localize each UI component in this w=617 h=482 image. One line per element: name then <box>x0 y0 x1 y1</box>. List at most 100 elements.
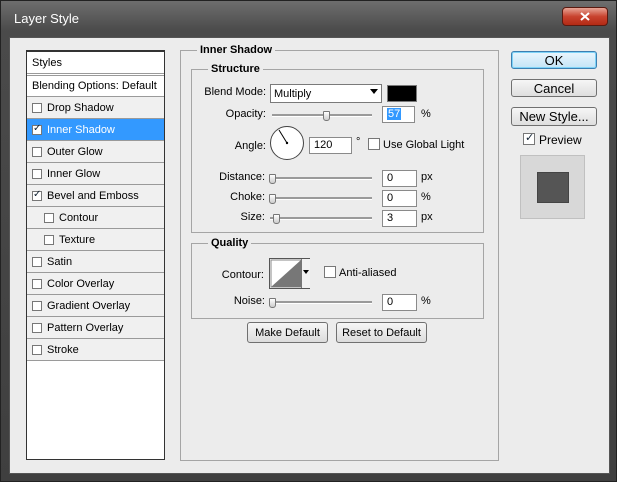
use-global-light-checkbox[interactable] <box>368 138 380 150</box>
preview-thumbnail <box>520 155 585 219</box>
style-item-drop-shadow[interactable]: Drop Shadow <box>27 97 164 119</box>
style-checkbox[interactable] <box>44 212 54 223</box>
noise-slider[interactable] <box>270 301 372 304</box>
window-title: Layer Style <box>14 11 80 26</box>
preview-label: Preview <box>539 133 582 147</box>
distance-unit: px <box>421 171 433 183</box>
noise-label: Noise: <box>233 295 265 307</box>
title-bar[interactable]: Layer Style <box>1 1 617 37</box>
style-item-label: Satin <box>47 255 73 268</box>
choke-input[interactable]: 0 <box>382 190 417 207</box>
style-checkbox[interactable] <box>44 234 54 245</box>
styles-header[interactable]: Styles <box>27 52 164 74</box>
new-style-button[interactable]: New Style... <box>511 107 597 126</box>
blend-mode-value: Multiply <box>274 87 312 100</box>
reset-to-default-button[interactable]: Reset to Default <box>336 322 427 343</box>
contour-curve-icon <box>270 259 302 288</box>
style-checkbox[interactable] <box>32 102 42 113</box>
shadow-color-swatch[interactable] <box>387 85 417 102</box>
choke-unit: % <box>421 191 431 203</box>
choke-slider[interactable] <box>270 197 372 200</box>
size-unit: px <box>421 211 433 223</box>
close-icon <box>580 12 590 21</box>
distance-slider[interactable] <box>270 177 372 180</box>
style-item-label: Stroke <box>47 343 79 356</box>
blending-options-item[interactable]: Blending Options: Default <box>27 75 164 97</box>
inner-shadow-panel: Inner Shadow Structure Blend Mode: Multi… <box>180 44 499 461</box>
style-item-label: Texture <box>59 233 96 246</box>
angle-dial-icon <box>270 126 304 160</box>
style-item-bevel-and-emboss[interactable]: Bevel and Emboss <box>27 185 164 207</box>
style-item-pattern-overlay[interactable]: Pattern Overlay <box>27 317 164 339</box>
angle-unit: ° <box>356 136 361 148</box>
style-item-inner-shadow[interactable]: Inner Shadow <box>27 119 164 141</box>
distance-label: Distance: <box>219 171 265 183</box>
contour-picker[interactable] <box>269 258 310 289</box>
style-item-label: Inner Shadow <box>47 123 115 136</box>
style-checkbox[interactable] <box>32 278 42 289</box>
noise-slider-thumb[interactable] <box>269 298 276 308</box>
style-checkbox[interactable] <box>32 344 42 355</box>
style-item-label: Bevel and Emboss <box>47 189 139 202</box>
style-checkbox[interactable] <box>32 189 42 201</box>
structure-group: Structure Blend Mode: Multiply Opacity: … <box>191 63 484 233</box>
style-checkbox[interactable] <box>32 146 42 157</box>
blend-mode-label: Blend Mode: <box>204 86 266 98</box>
angle-dial[interactable] <box>269 125 305 161</box>
style-item-label: Gradient Overlay <box>47 299 131 312</box>
opacity-slider-thumb[interactable] <box>323 111 330 121</box>
chevron-down-icon <box>370 89 378 94</box>
size-slider-thumb[interactable] <box>273 214 280 224</box>
size-label: Size: <box>240 211 265 223</box>
style-item-label: Outer Glow <box>47 145 103 158</box>
style-item-stroke[interactable]: Stroke <box>27 339 164 361</box>
preview-swatch <box>537 172 569 203</box>
opacity-input[interactable]: 57 <box>382 106 415 123</box>
chevron-down-icon <box>303 270 309 274</box>
style-checkbox[interactable] <box>32 322 42 333</box>
style-item-label: Inner Glow <box>47 167 101 180</box>
structure-title: Structure <box>208 63 263 75</box>
preview-checkbox[interactable]: ✓ <box>523 131 535 145</box>
style-checkbox[interactable] <box>32 256 42 267</box>
contour-dropdown-button[interactable] <box>301 259 310 288</box>
style-item-gradient-overlay[interactable]: Gradient Overlay <box>27 295 164 317</box>
close-button[interactable] <box>562 7 608 26</box>
quality-title: Quality <box>208 237 252 249</box>
dialog-body: Styles Blending Options: Default Drop Sh… <box>9 37 610 474</box>
style-item-satin[interactable]: Satin <box>27 251 164 273</box>
style-item-label: Contour <box>59 211 99 224</box>
contour-label: Contour: <box>221 269 264 281</box>
style-item-color-overlay[interactable]: Color Overlay <box>27 273 164 295</box>
anti-aliased-label: Anti-aliased <box>339 267 397 279</box>
use-global-light-label: Use Global Light <box>383 139 465 151</box>
check-icon: ✓ <box>525 131 535 144</box>
angle-label: Angle: <box>234 140 266 152</box>
style-item-inner-glow[interactable]: Inner Glow <box>27 163 164 185</box>
style-item-contour[interactable]: Contour <box>27 207 164 229</box>
ok-button[interactable]: OK <box>511 51 597 69</box>
style-item-outer-glow[interactable]: Outer Glow <box>27 141 164 163</box>
style-checkbox[interactable] <box>32 123 42 135</box>
blend-mode-dropdown[interactable]: Multiply <box>270 84 382 103</box>
distance-input[interactable]: 0 <box>382 170 417 187</box>
size-input[interactable]: 3 <box>382 210 417 227</box>
noise-input[interactable]: 0 <box>382 294 417 311</box>
cancel-button[interactable]: Cancel <box>511 79 597 97</box>
layer-style-dialog: Layer Style Styles Blending Options: Def… <box>0 0 617 482</box>
distance-slider-thumb[interactable] <box>269 174 276 184</box>
angle-input[interactable]: 120 <box>309 137 352 154</box>
style-item-texture[interactable]: Texture <box>27 229 164 251</box>
style-checkbox[interactable] <box>32 300 42 311</box>
quality-group: Quality Contour: Anti-aliased Noise: 0 % <box>191 237 484 319</box>
choke-slider-thumb[interactable] <box>269 194 276 204</box>
opacity-unit: % <box>421 108 431 120</box>
style-checkbox[interactable] <box>32 168 42 179</box>
size-slider[interactable] <box>270 217 372 220</box>
noise-unit: % <box>421 295 431 307</box>
style-item-label: Pattern Overlay <box>47 321 124 334</box>
make-default-button[interactable]: Make Default <box>247 322 328 343</box>
opacity-slider[interactable] <box>272 114 372 117</box>
opacity-label: Opacity: <box>225 108 266 120</box>
anti-aliased-checkbox[interactable] <box>324 266 336 278</box>
